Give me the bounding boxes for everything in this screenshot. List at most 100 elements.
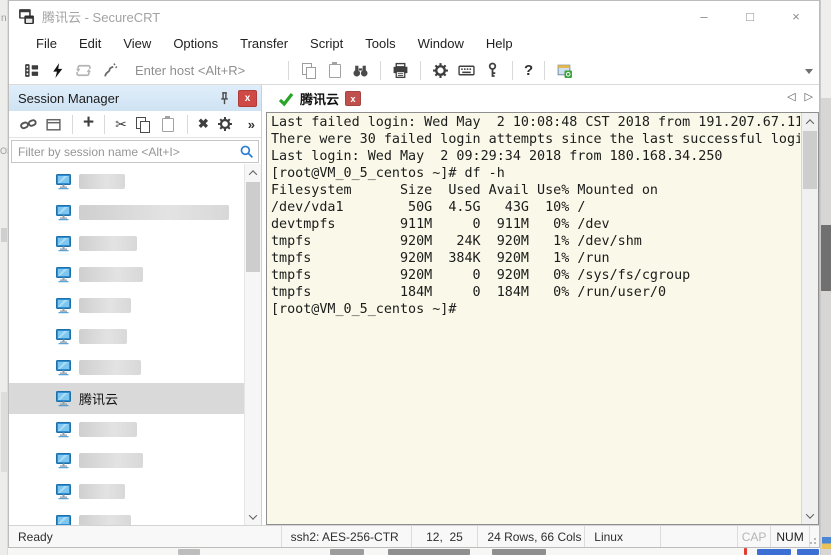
connect-in-window-icon[interactable] xyxy=(45,116,62,133)
background-block xyxy=(388,549,470,555)
cut-scissors-icon[interactable]: ✂ xyxy=(115,116,127,133)
menu-item-file[interactable]: File xyxy=(25,32,68,55)
reconnect-icon[interactable] xyxy=(75,62,92,79)
session-item[interactable] xyxy=(9,414,244,445)
session-monitor-icon xyxy=(55,514,72,525)
minimize-button[interactable]: – xyxy=(681,1,727,31)
resize-grip[interactable] xyxy=(810,526,819,547)
menu-item-options[interactable]: Options xyxy=(162,32,229,55)
session-item[interactable] xyxy=(9,166,244,197)
session-item[interactable] xyxy=(9,197,244,228)
session-tree: 腾讯云 xyxy=(9,166,244,525)
session-monitor-icon xyxy=(55,483,72,500)
tab-bar: 腾讯云 x ◁ ▷ xyxy=(266,85,819,112)
keymap-keyboard-icon[interactable] xyxy=(458,62,475,79)
terminal-scrollbar[interactable] xyxy=(801,113,818,524)
status-bar: Ready ssh2: AES-256-CTR 12, 25 24 Rows, … xyxy=(9,525,819,547)
session-properties-gear-icon[interactable] xyxy=(217,116,234,133)
window-title: 腾讯云 - SecureCRT xyxy=(42,7,160,26)
copy-icon[interactable] xyxy=(300,62,317,79)
options-gear-icon[interactable] xyxy=(432,62,449,79)
censored-session-name xyxy=(79,422,137,437)
session-manager-close-button[interactable]: x xyxy=(238,90,257,107)
session-item-selected[interactable]: 腾讯云 xyxy=(9,383,244,414)
terminal-line: tmpfs 920M 24K 920M 1% /dev/shm xyxy=(271,233,800,250)
terminal-line: There were 30 failed login attempts sinc… xyxy=(271,131,800,148)
tab-scroll-left-icon[interactable]: ◁ xyxy=(787,90,795,103)
session-monitor-icon xyxy=(55,328,72,345)
session-tree-scrollbar[interactable] xyxy=(244,164,261,525)
disconnect-icon[interactable] xyxy=(101,62,118,79)
menu-item-tools[interactable]: Tools xyxy=(354,32,406,55)
scrollbar-thumb[interactable] xyxy=(803,131,817,189)
pin-icon[interactable] xyxy=(217,91,232,106)
background-link-fragment xyxy=(797,549,819,555)
title-bar[interactable]: 腾讯云 - SecureCRT – □ × xyxy=(9,1,819,31)
session-item[interactable] xyxy=(9,321,244,352)
paste-session-icon[interactable] xyxy=(160,116,177,133)
paste-icon[interactable] xyxy=(326,62,343,79)
menu-item-help[interactable]: Help xyxy=(475,32,524,55)
copy-session-icon[interactable] xyxy=(135,116,152,133)
find-binoculars-icon[interactable] xyxy=(352,62,369,79)
terminal-line: tmpfs 920M 0 920M 0% /sys/fs/cgroup xyxy=(271,267,800,284)
menu-item-script[interactable]: Script xyxy=(299,32,354,55)
tab-tencent-cloud[interactable]: 腾讯云 x xyxy=(274,89,365,108)
maximize-button[interactable]: □ xyxy=(727,1,773,31)
filter-search-icon[interactable] xyxy=(239,144,254,159)
background-window-right xyxy=(820,0,831,555)
connect-link-icon[interactable] xyxy=(20,116,37,133)
session-window-icon[interactable] xyxy=(556,62,573,79)
tab-scroll-right-icon[interactable]: ▷ xyxy=(805,90,813,103)
scroll-down-button[interactable] xyxy=(245,508,261,525)
scroll-down-button[interactable] xyxy=(802,507,818,524)
session-item[interactable] xyxy=(9,476,244,507)
status-caps-lock: CAP xyxy=(738,526,771,547)
scroll-up-button[interactable] xyxy=(245,164,261,181)
background-block xyxy=(178,549,200,555)
session-monitor-icon xyxy=(55,266,72,283)
session-filter-input[interactable]: Filter by session name <Alt+I> xyxy=(11,140,259,163)
session-manager-toggle-icon[interactable] xyxy=(23,62,40,79)
enter-host-field[interactable]: Enter host <Alt+R> xyxy=(135,63,267,78)
toolbar-separator xyxy=(72,115,73,134)
toolbar-more-chevron[interactable]: » xyxy=(248,117,255,132)
help-icon[interactable]: ? xyxy=(524,62,533,79)
menu-item-window[interactable]: Window xyxy=(407,32,475,55)
print-icon[interactable] xyxy=(392,62,409,79)
session-item[interactable] xyxy=(9,352,244,383)
session-item[interactable] xyxy=(9,259,244,290)
session-monitor-icon xyxy=(55,359,72,376)
tab-label: 腾讯云 xyxy=(300,89,339,108)
close-button[interactable]: × xyxy=(773,1,819,31)
menu-item-transfer[interactable]: Transfer xyxy=(229,32,299,55)
session-item[interactable] xyxy=(9,445,244,476)
session-item[interactable] xyxy=(9,228,244,259)
session-item[interactable] xyxy=(9,507,244,525)
terminal-line: [root@VM_0_5_centos ~]# xyxy=(271,301,800,318)
session-manager-title: Session Manager xyxy=(18,91,217,106)
status-ready: Ready xyxy=(9,526,282,547)
main-toolbar: Enter host <Alt+R> xyxy=(9,56,819,85)
new-session-plus-icon[interactable]: + xyxy=(83,112,94,134)
status-num-lock: NUM xyxy=(771,526,810,547)
agent-key-icon[interactable] xyxy=(484,62,501,79)
background-block xyxy=(821,0,831,98)
terminal-screen[interactable]: Last failed login: Wed May 2 10:08:48 CS… xyxy=(266,112,819,525)
menu-item-view[interactable]: View xyxy=(112,32,162,55)
session-manager-toolbar: + ✂ ✖ » xyxy=(9,111,261,138)
delete-session-icon[interactable]: ✖ xyxy=(198,116,209,132)
scrollbar-thumb[interactable] xyxy=(246,182,260,272)
toolbar-overflow-caret[interactable] xyxy=(805,69,813,74)
quick-connect-icon[interactable] xyxy=(49,62,66,79)
menu-item-edit[interactable]: Edit xyxy=(68,32,112,55)
terminal-line: tmpfs 184M 0 184M 0% /run/user/0 xyxy=(271,284,800,301)
toolbar-separator xyxy=(544,61,545,80)
scroll-up-button[interactable] xyxy=(802,113,818,130)
app-icon xyxy=(18,8,35,25)
tab-close-button[interactable]: x xyxy=(345,91,361,106)
background-taskbar-icon xyxy=(822,537,831,549)
censored-session-name xyxy=(79,360,141,375)
terminal-line: Last login: Wed May 2 09:29:34 2018 from… xyxy=(271,148,800,165)
session-item[interactable] xyxy=(9,290,244,321)
